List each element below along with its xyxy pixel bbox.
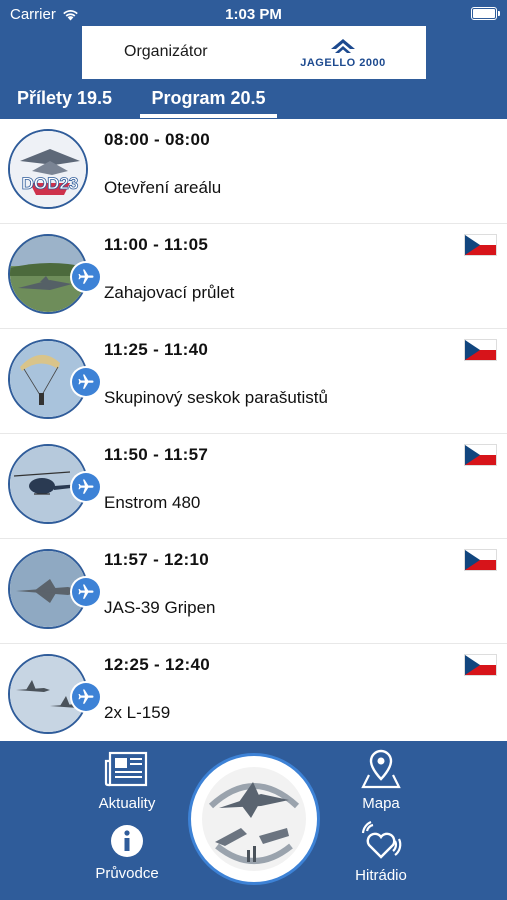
dod-logo-image: DOD23 xyxy=(10,131,86,207)
status-bar: Carrier 1:03 PM xyxy=(0,0,507,28)
czech-flag-icon xyxy=(464,339,497,361)
czech-flag-icon xyxy=(464,444,497,466)
newspaper-icon xyxy=(104,751,148,787)
event-title: Zahajovací průlet xyxy=(104,283,235,302)
airplane-icon xyxy=(70,576,102,608)
nav-guide-button[interactable]: Průvodce xyxy=(82,823,172,882)
czech-flag-icon xyxy=(464,234,497,256)
event-title: JAS-39 Gripen xyxy=(104,598,216,617)
airplane-icon xyxy=(70,261,102,293)
nav-guide-label: Průvodce xyxy=(95,865,159,882)
program-row[interactable]: 12:25 - 12:40 2x L-159 xyxy=(0,644,507,741)
event-thumbnail xyxy=(8,549,102,631)
sponsor-emblem-icon xyxy=(331,39,355,53)
sponsor-logo: JAGELLO 2000 xyxy=(288,37,398,71)
czech-flag-icon xyxy=(464,549,497,571)
event-thumbnail xyxy=(8,339,102,421)
info-icon xyxy=(111,825,143,857)
nav-news-button[interactable]: Aktuality xyxy=(82,751,172,812)
airplane-icon xyxy=(70,366,102,398)
event-thumbnail xyxy=(8,444,102,526)
tab-arrivals[interactable]: Přílety 19.5 xyxy=(17,80,112,119)
event-time: 11:50 - 11:57 xyxy=(104,445,209,464)
nav-map-label: Mapa xyxy=(362,795,400,812)
clock: 1:03 PM xyxy=(225,6,282,23)
event-thumbnail: DOD23 xyxy=(8,129,90,211)
event-title: 2x L-159 xyxy=(104,703,171,722)
event-title: Skupinový seskok parašutistů xyxy=(104,388,328,407)
event-title: Enstrom 480 xyxy=(104,493,201,512)
organizer-label: Organizátor xyxy=(124,43,208,60)
event-time: 11:25 - 11:40 xyxy=(104,340,209,359)
bottom-navigation: Aktuality Průvodce Mapa Hitrádio xyxy=(0,741,507,900)
event-time: 11:57 - 12:10 xyxy=(104,550,210,569)
event-title: Otevření areálu xyxy=(104,178,222,197)
nav-radio-button[interactable]: Hitrádio xyxy=(336,820,426,884)
program-row[interactable]: DOD23 08:00 - 08:00 Otevření areálu xyxy=(0,119,507,224)
czech-flag-icon xyxy=(464,654,497,676)
program-row[interactable]: 11:25 - 11:40 Skupinový seskok parašutis… xyxy=(0,329,507,434)
program-list[interactable]: DOD23 08:00 - 08:00 Otevření areálu 11:0… xyxy=(0,119,507,741)
aircraft-logo-icon xyxy=(202,767,306,871)
event-thumbnail xyxy=(8,654,102,736)
map-pin-icon xyxy=(361,749,401,789)
day-tabs: Přílety 19.5 Program 20.5 xyxy=(0,80,507,119)
organizer-banner[interactable]: Organizátor JAGELLO 2000 xyxy=(82,26,426,79)
airplane-icon xyxy=(70,681,102,713)
header: Carrier 1:03 PM Organizátor JAGELLO 2000… xyxy=(0,0,507,119)
radio-heart-icon xyxy=(361,820,402,859)
program-row[interactable]: 11:50 - 11:57 Enstrom 480 xyxy=(0,434,507,539)
program-row[interactable]: 11:00 - 11:05 Zahajovací průlet xyxy=(0,224,507,329)
program-row[interactable]: 11:57 - 12:10 JAS-39 Gripen xyxy=(0,539,507,644)
thumb-text: DOD23 xyxy=(22,174,79,193)
nav-news-label: Aktuality xyxy=(98,795,156,812)
nav-map-button[interactable]: Mapa xyxy=(336,749,426,812)
airplane-icon xyxy=(70,471,102,503)
nav-radio-label: Hitrádio xyxy=(355,867,407,884)
event-time: 08:00 - 08:00 xyxy=(104,130,210,149)
event-thumbnail xyxy=(8,234,102,316)
active-tab-indicator xyxy=(140,114,277,118)
event-time: 11:00 - 11:05 xyxy=(104,235,209,254)
center-logo-button[interactable] xyxy=(188,753,320,885)
event-time: 12:25 - 12:40 xyxy=(104,655,210,674)
battery-icon xyxy=(471,7,500,20)
sponsor-name: JAGELLO 2000 xyxy=(300,57,386,69)
